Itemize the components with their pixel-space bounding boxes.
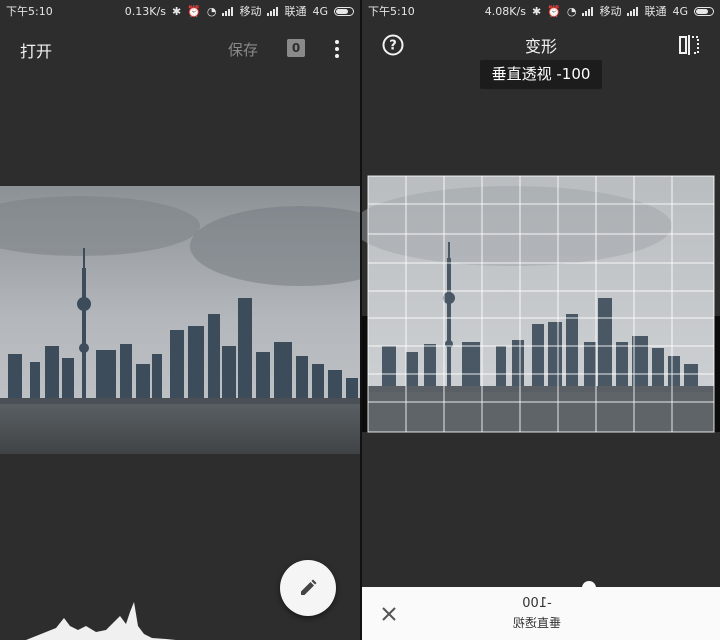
wifi-icon: ◔ — [566, 4, 577, 18]
network-type: 4G — [672, 4, 688, 18]
more-vert-icon[interactable] — [330, 38, 344, 60]
status-indicators: 4.08K/s ✱ ⏰ ◔ 移动 联通 4G — [485, 3, 714, 19]
adjustment-value: -100 — [522, 596, 552, 611]
signal-icon — [267, 6, 279, 16]
status-time: 下午5:10 — [6, 5, 53, 18]
alarm-icon: ⏰ — [547, 4, 561, 18]
carrier-2: 联通 — [644, 5, 667, 18]
network-type: 4G — [312, 4, 328, 18]
photo-preview — [0, 186, 360, 454]
network-speed: 4.08K/s — [484, 4, 526, 18]
bluetooth-icon: ✱ — [171, 4, 182, 18]
adjustment-sheet: -100 垂直透视 — [362, 587, 720, 640]
wifi-icon: ◔ — [206, 4, 217, 18]
pencil-icon — [301, 579, 317, 595]
page-title: 变形 — [524, 37, 557, 56]
alarm-icon: ⏰ — [187, 4, 201, 18]
edit-tools-button[interactable] — [280, 560, 336, 616]
close-icon[interactable] — [382, 607, 396, 621]
transformed-photo-with-grid[interactable] — [362, 166, 720, 446]
bluetooth-icon: ✱ — [531, 4, 542, 18]
compare-icon[interactable] — [678, 34, 700, 56]
transform-screen: 下午5:10 4.08K/s ✱ ⏰ ◔ 移动 联通 4G ? 变形 垂直透视 … — [362, 0, 720, 640]
status-time: 下午5:10 — [368, 5, 415, 18]
edit-count-badge[interactable]: 0 — [287, 39, 305, 57]
histogram — [26, 602, 176, 640]
battery-icon — [694, 6, 714, 16]
signal-icon — [582, 6, 594, 16]
adjustment-parameter: 垂直透视 — [513, 616, 562, 630]
open-button[interactable]: 打开 — [20, 38, 52, 62]
carrier-1: 移动 — [599, 5, 622, 18]
signal-icon — [222, 6, 234, 16]
save-button[interactable]: 保存 — [228, 39, 258, 60]
carrier-2: 联通 — [284, 5, 307, 18]
battery-icon — [334, 6, 354, 16]
network-speed: 0.13K/s — [124, 4, 166, 18]
main-editor-screen: 下午5:10 0.13K/s ✱ ⏰ ◔ 移动 联通 4G 打开 保存 0 — [0, 0, 360, 640]
editor-toolbar: 打开 保存 0 — [0, 22, 360, 74]
status-indicators: 0.13K/s ✱ ⏰ ◔ 移动 联通 4G — [125, 3, 354, 19]
carrier-1: 移动 — [239, 5, 262, 18]
status-bar: 下午5:10 4.08K/s ✱ ⏰ ◔ 移动 联通 4G — [362, 0, 720, 22]
value-tooltip: 垂直透视 -100 — [480, 60, 602, 89]
status-bar: 下午5:10 0.13K/s ✱ ⏰ ◔ 移动 联通 4G — [0, 0, 360, 22]
signal-icon — [627, 6, 639, 16]
